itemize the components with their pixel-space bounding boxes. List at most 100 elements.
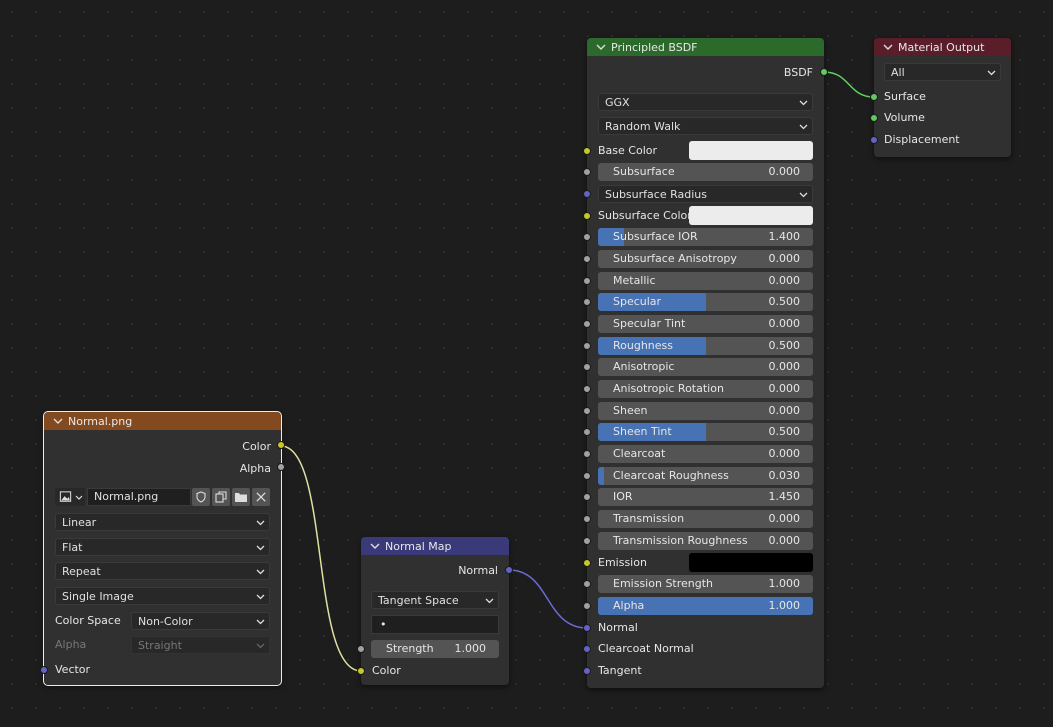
subsurface-method-dropdown[interactable]: Random Walk — [598, 117, 813, 135]
roughness-field[interactable]: Roughness 0.500 — [598, 337, 813, 355]
folder-icon — [235, 493, 247, 502]
interpolation-dropdown[interactable]: Linear — [55, 513, 270, 531]
uv-map-field[interactable]: • — [371, 615, 499, 634]
input-displacement-socket[interactable] — [870, 136, 878, 144]
collapse-chevron-icon[interactable] — [595, 41, 607, 53]
input-clearcoat-normal-socket[interactable] — [583, 645, 591, 653]
clearcoat-roughness-field[interactable]: Clearcoat Roughness 0.030 — [598, 467, 813, 485]
output-alpha-socket[interactable] — [277, 463, 285, 471]
open-image-button[interactable] — [232, 488, 250, 506]
image-browse-button[interactable] — [55, 488, 85, 506]
material-output-header[interactable]: Material Output — [874, 38, 1011, 56]
alpha-field[interactable]: Alpha 1.000 — [598, 597, 813, 615]
input-tangent-socket[interactable] — [583, 667, 591, 675]
input-volume-label: Volume — [884, 111, 925, 124]
input-ior-socket[interactable] — [583, 493, 591, 501]
subsurface-color-swatch[interactable] — [689, 206, 813, 225]
input-strength-socket[interactable] — [357, 645, 365, 653]
image-name-text: Normal.png — [94, 490, 159, 503]
material-output-title: Material Output — [898, 40, 985, 54]
input-surface-socket[interactable] — [870, 93, 878, 101]
close-icon — [256, 492, 266, 502]
input-anisotropic-socket[interactable] — [583, 363, 591, 371]
input-specular-tint-socket[interactable] — [583, 320, 591, 328]
output-target-value: All — [891, 65, 905, 79]
principled-bsdf-header[interactable]: Principled BSDF — [587, 38, 824, 56]
input-transmission-socket[interactable] — [583, 515, 591, 523]
input-clearcoat-roughness-socket[interactable] — [583, 472, 591, 480]
sheen-field[interactable]: Sheen 0.000 — [598, 402, 813, 420]
color-space-dropdown[interactable]: Non-Color — [131, 612, 270, 630]
subsurface-ior-field[interactable]: Subsurface IOR 1.400 — [598, 228, 813, 246]
input-emission-strength-socket[interactable] — [583, 580, 591, 588]
input-base-color-socket[interactable] — [583, 147, 591, 155]
output-color-socket[interactable] — [277, 441, 285, 449]
input-anisotropic-rotation-socket[interactable] — [583, 385, 591, 393]
specular-field[interactable]: Specular 0.500 — [598, 293, 813, 311]
subsurface-anisotropy-field[interactable]: Subsurface Anisotropy 0.000 — [598, 250, 813, 268]
input-roughness-socket[interactable] — [583, 342, 591, 350]
input-subsurface-radius-socket[interactable] — [583, 190, 591, 198]
input-subsurface-socket[interactable] — [583, 168, 591, 176]
collapse-chevron-icon[interactable] — [369, 540, 381, 552]
subsurface-field[interactable]: Subsurface 0.000 — [598, 163, 813, 181]
material-output-node[interactable]: Material Output All Surface Volume Displ… — [870, 38, 1011, 157]
new-image-button[interactable] — [212, 488, 230, 506]
extension-value: Repeat — [62, 564, 101, 578]
distribution-value: GGX — [605, 95, 630, 109]
specular-tint-field[interactable]: Specular Tint 0.000 — [598, 315, 813, 333]
input-clearcoat-socket[interactable] — [583, 450, 591, 458]
input-specular-socket[interactable] — [583, 298, 591, 306]
transmission-roughness-field[interactable]: Transmission Roughness 0.000 — [598, 532, 813, 550]
image-texture-header[interactable]: Normal.png — [44, 412, 281, 430]
clearcoat-field[interactable]: Clearcoat 0.000 — [598, 445, 813, 463]
input-subsurface-ior-socket[interactable] — [583, 233, 591, 241]
input-sheen-socket[interactable] — [583, 407, 591, 415]
distribution-dropdown[interactable]: GGX — [598, 93, 813, 111]
input-volume-socket[interactable] — [870, 114, 878, 122]
metallic-field[interactable]: Metallic 0.000 — [598, 272, 813, 290]
field-value: 0.500 — [768, 339, 801, 352]
projection-dropdown[interactable]: Flat — [55, 538, 270, 556]
image-name-field[interactable]: Normal.png — [87, 488, 191, 506]
field-label: Metallic — [613, 274, 656, 287]
subsurface-radius-dropdown[interactable]: Subsurface Radius — [598, 185, 813, 203]
collapse-chevron-icon[interactable] — [52, 415, 64, 427]
normal-map-header[interactable]: Normal Map — [361, 537, 509, 555]
fake-user-button[interactable] — [192, 488, 210, 506]
input-transmission-roughness-socket[interactable] — [583, 537, 591, 545]
anisotropic-rotation-field[interactable]: Anisotropic Rotation 0.000 — [598, 380, 813, 398]
source-dropdown[interactable]: Single Image — [55, 587, 270, 605]
output-normal-socket[interactable] — [505, 566, 513, 574]
input-alpha-socket[interactable] — [583, 602, 591, 610]
input-normal-socket[interactable] — [583, 624, 591, 632]
normal-space-dropdown[interactable]: Tangent Space — [371, 591, 499, 609]
color-space-label: Color Space — [55, 614, 121, 627]
chevron-down-icon — [256, 594, 265, 600]
output-bsdf-socket[interactable] — [820, 68, 828, 76]
normal-map-node[interactable]: Normal Map Normal Tangent Space • Streng… — [357, 537, 513, 685]
chevron-down-icon — [987, 70, 996, 76]
input-emission-socket[interactable] — [583, 559, 591, 567]
input-color-socket[interactable] — [357, 667, 365, 675]
input-subsurface-anisotropy-socket[interactable] — [583, 255, 591, 263]
input-sheen-tint-socket[interactable] — [583, 428, 591, 436]
input-vector-socket[interactable] — [40, 666, 48, 674]
anisotropic-field[interactable]: Anisotropic 0.000 — [598, 358, 813, 376]
collapse-chevron-icon[interactable] — [882, 41, 894, 53]
input-subsurface-color-socket[interactable] — [583, 212, 591, 220]
base-color-swatch[interactable] — [689, 141, 813, 160]
output-target-dropdown[interactable]: All — [884, 63, 1001, 81]
ior-field[interactable]: IOR 1.450 — [598, 488, 813, 506]
input-metallic-socket[interactable] — [583, 277, 591, 285]
principled-bsdf-title: Principled BSDF — [611, 40, 698, 54]
strength-field[interactable]: Strength 1.000 — [371, 640, 499, 658]
transmission-field[interactable]: Transmission 0.000 — [598, 510, 813, 528]
emission-strength-field[interactable]: Emission Strength 1.000 — [598, 575, 813, 593]
sheen-tint-field[interactable]: Sheen Tint 0.500 — [598, 423, 813, 441]
emission-color-swatch[interactable] — [689, 553, 813, 572]
principled-bsdf-node[interactable]: Principled BSDF BSDF GGX Random Walk Bas… — [583, 38, 828, 688]
extension-dropdown[interactable]: Repeat — [55, 562, 270, 580]
unlink-image-button[interactable] — [252, 488, 270, 506]
image-texture-node[interactable]: Normal.png Color Alpha Normal.png Linear… — [40, 411, 285, 686]
